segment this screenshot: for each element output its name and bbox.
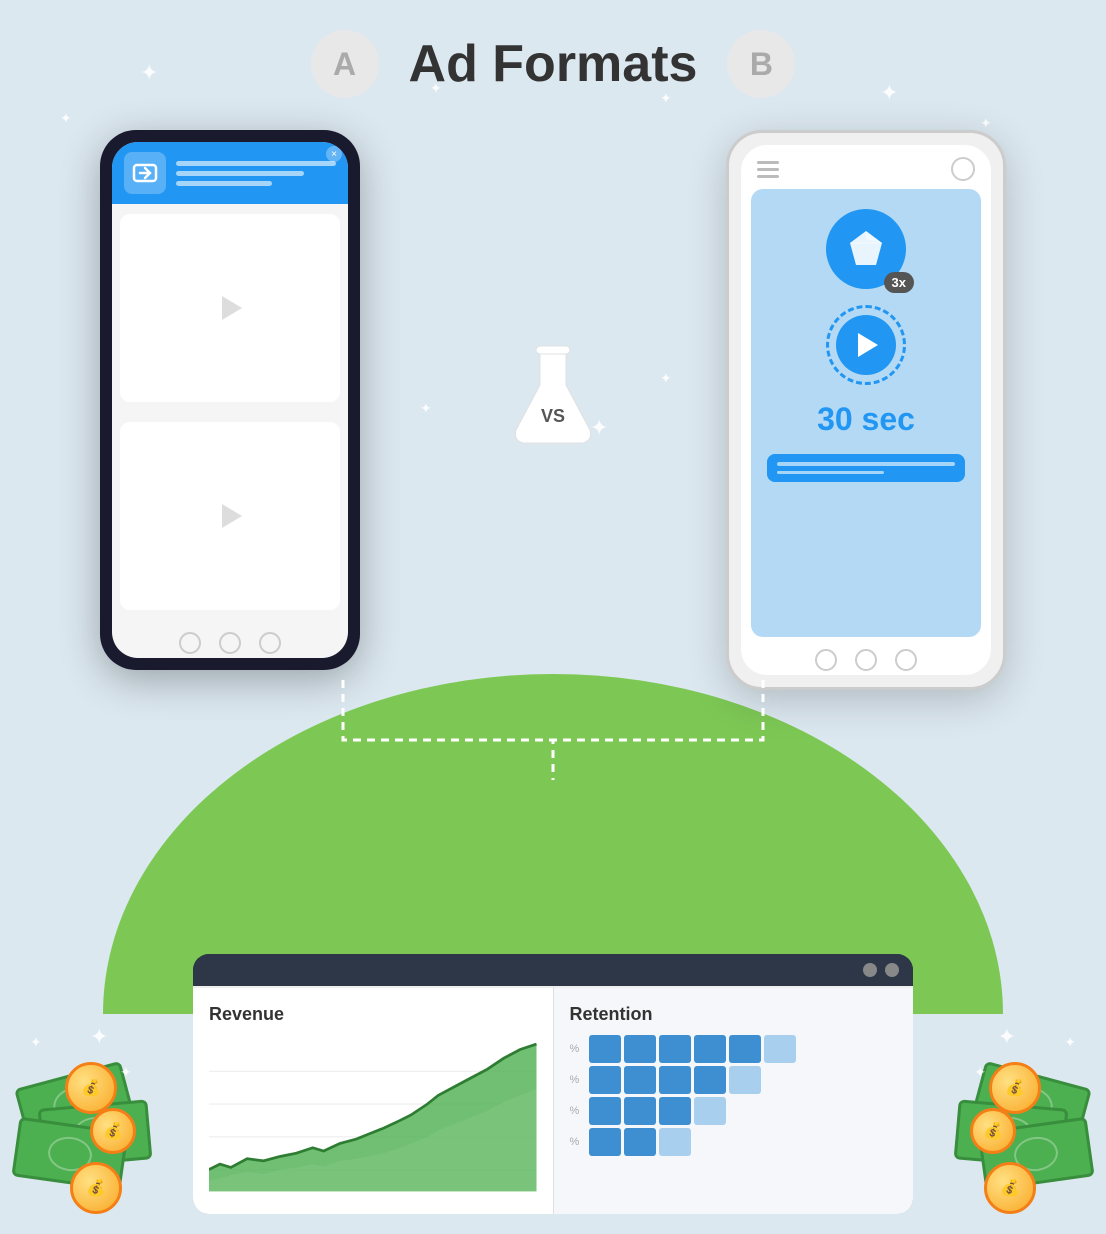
analytics-panel: Revenue Retention % bbox=[193, 954, 913, 1214]
retention-cell bbox=[624, 1066, 656, 1094]
phone-b-screen: 3x 30 sec bbox=[741, 145, 991, 675]
duration-text: 30 sec bbox=[817, 401, 915, 438]
retention-section: Retention % % bbox=[553, 986, 914, 1214]
hamburger-icon bbox=[757, 161, 779, 178]
rewarded-cta-button[interactable] bbox=[767, 454, 965, 482]
retention-cell bbox=[764, 1097, 796, 1125]
retention-cell bbox=[694, 1035, 726, 1063]
retention-cell bbox=[729, 1128, 761, 1156]
retention-row: % bbox=[570, 1035, 898, 1063]
retention-row: % bbox=[570, 1128, 898, 1156]
phone-b-header bbox=[741, 145, 991, 189]
retention-cell bbox=[589, 1128, 621, 1156]
phone-a: × bbox=[100, 130, 360, 670]
retention-cell bbox=[659, 1128, 691, 1156]
sparkle-icon: ✦ bbox=[660, 370, 672, 387]
connector-lines bbox=[243, 680, 863, 800]
play-button[interactable] bbox=[836, 315, 896, 375]
nav-button[interactable] bbox=[219, 632, 241, 654]
retention-cell bbox=[764, 1066, 796, 1094]
badge-a: A bbox=[311, 30, 379, 98]
sparkle-icon: ✦ bbox=[430, 80, 442, 97]
sparkle-icon: ✦ bbox=[60, 110, 72, 127]
retention-cell bbox=[729, 1035, 761, 1063]
nav-button[interactable] bbox=[895, 649, 917, 671]
analytics-panel-header bbox=[193, 954, 913, 986]
rewarded-ad-content: 3x 30 sec bbox=[751, 189, 981, 637]
header: A Ad Formats B bbox=[0, 30, 1106, 98]
retention-cell bbox=[764, 1128, 796, 1156]
play-icon bbox=[222, 296, 242, 320]
sparkle-icon: ✦ bbox=[980, 115, 992, 132]
banner-ad: × bbox=[112, 142, 348, 204]
header-button[interactable] bbox=[951, 157, 975, 181]
page-title: Ad Formats bbox=[409, 34, 698, 94]
retention-cell bbox=[624, 1097, 656, 1125]
play-icon bbox=[222, 504, 242, 528]
nav-button[interactable] bbox=[179, 632, 201, 654]
retention-cell bbox=[589, 1066, 621, 1094]
play-circle[interactable] bbox=[826, 305, 906, 385]
percent-label: % bbox=[570, 1105, 586, 1117]
retention-cell bbox=[729, 1066, 761, 1094]
nav-button[interactable] bbox=[259, 632, 281, 654]
retention-row: % bbox=[570, 1066, 898, 1094]
sparkle-icon: ✦ bbox=[590, 415, 608, 441]
badge-b: B bbox=[727, 30, 795, 98]
retention-cell bbox=[694, 1066, 726, 1094]
retention-cell bbox=[589, 1035, 621, 1063]
banner-ad-icon bbox=[124, 152, 166, 194]
content-card-1 bbox=[120, 214, 340, 402]
phone-b-nav bbox=[741, 637, 991, 675]
retention-title: Retention bbox=[570, 1004, 898, 1025]
money-decoration-right: 💰 💰 💰 ✦ ✦ ✦ bbox=[936, 1014, 1096, 1214]
svg-text:VS: VS bbox=[541, 406, 565, 426]
nav-button[interactable] bbox=[815, 649, 837, 671]
diamond-icon bbox=[844, 227, 888, 271]
content-card-2 bbox=[120, 422, 340, 610]
nav-button[interactable] bbox=[855, 649, 877, 671]
play-triangle-icon bbox=[858, 333, 878, 357]
retention-cell bbox=[624, 1035, 656, 1063]
revenue-chart bbox=[209, 1035, 537, 1195]
sparkle-icon: ✦ bbox=[420, 400, 432, 417]
retention-row: % bbox=[570, 1097, 898, 1125]
retention-cell bbox=[659, 1035, 691, 1063]
vs-flask: VS bbox=[508, 340, 598, 450]
revenue-section: Revenue bbox=[193, 986, 553, 1214]
phone-b: 3x 30 sec bbox=[726, 130, 1006, 690]
percent-label: % bbox=[570, 1074, 586, 1086]
phone-a-nav bbox=[112, 620, 348, 658]
window-dot bbox=[885, 963, 899, 977]
retention-cell bbox=[659, 1066, 691, 1094]
retention-cell bbox=[729, 1097, 761, 1125]
percent-label: % bbox=[570, 1136, 586, 1148]
percent-label: % bbox=[570, 1043, 586, 1055]
retention-cell bbox=[659, 1097, 691, 1125]
retention-cell bbox=[589, 1097, 621, 1125]
sparkle-icon: ✦ bbox=[880, 80, 898, 106]
retention-grid: % % bbox=[570, 1035, 898, 1156]
analytics-body: Revenue Retention % bbox=[193, 986, 913, 1214]
retention-cell bbox=[764, 1035, 796, 1063]
revenue-title: Revenue bbox=[209, 1004, 537, 1025]
sparkle-icon: ✦ bbox=[660, 90, 672, 107]
banner-text-lines bbox=[176, 161, 336, 186]
window-dot bbox=[863, 963, 877, 977]
retention-cell bbox=[694, 1128, 726, 1156]
close-icon[interactable]: × bbox=[326, 146, 342, 162]
flask-icon: VS bbox=[508, 340, 598, 450]
diamond-reward: 3x bbox=[826, 209, 906, 289]
retention-cell bbox=[624, 1128, 656, 1156]
money-decoration-left: 💰 💰 💰 ✦ ✦ ✦ bbox=[10, 1014, 170, 1214]
phone-a-screen: × bbox=[112, 142, 348, 658]
retention-cell bbox=[694, 1097, 726, 1125]
sparkle-icon: ✦ bbox=[140, 60, 158, 86]
multiplier-badge: 3x bbox=[884, 272, 914, 293]
